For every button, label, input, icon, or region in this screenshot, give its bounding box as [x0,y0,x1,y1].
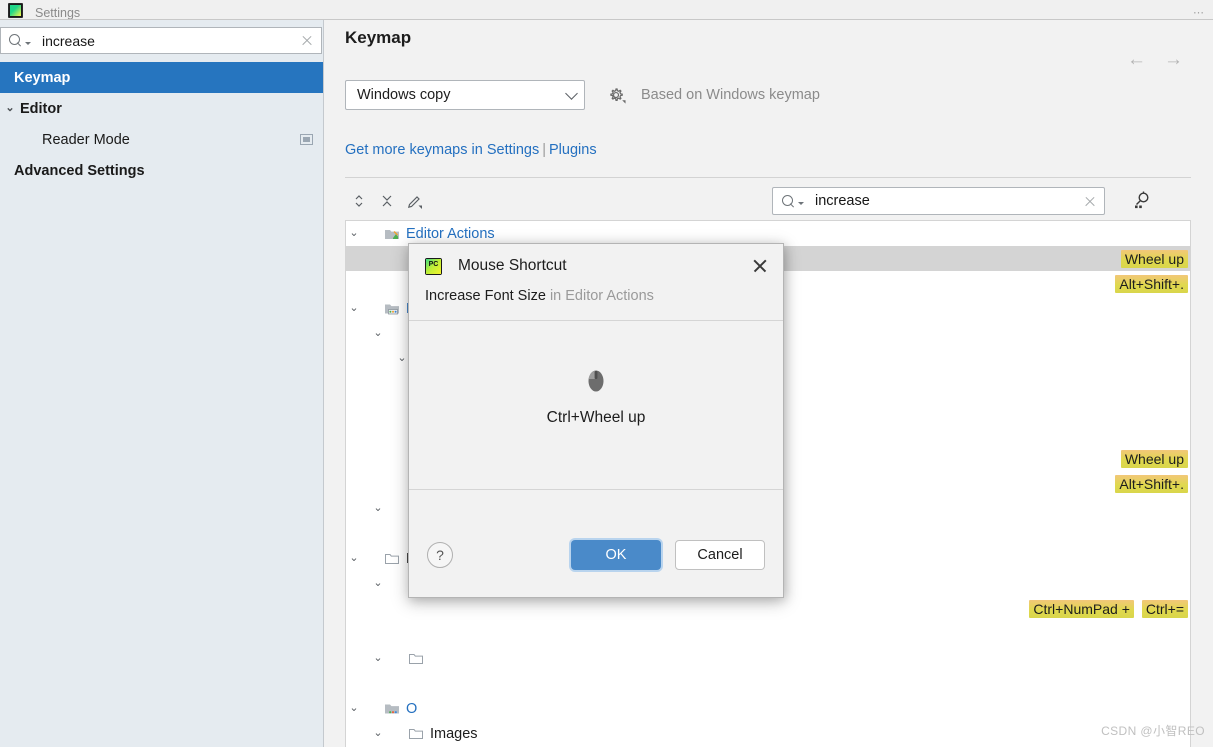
dialog-shortcut-text: Ctrl+Wheel up [546,409,646,426]
dialog-body[interactable]: Ctrl+Wheel up [409,320,783,490]
folder-icon [385,553,399,564]
chevron-down-icon[interactable]: ⌄ [0,103,20,114]
ok-button[interactable]: OK [571,540,661,570]
chevron-down-icon [565,86,578,100]
sidebar-item-label: Reader Mode [42,131,130,148]
tree-row-shortcuts: Alt+Shift+. [1115,271,1188,296]
dialog-titlebar: PC Mouse Shortcut [409,244,783,288]
pycharm-icon [8,3,23,18]
chevron-down-icon[interactable]: ⌄ [370,328,386,339]
divider [345,177,1191,178]
dialog-subtitle: Increase Font Size in Editor Actions [409,288,783,320]
chevron-down-icon[interactable]: ⌄ [346,703,362,714]
link-separator: | [542,142,547,158]
other-folder-icon [385,704,399,713]
shortcut-badge: Alt+Shift+. [1115,474,1188,493]
search-dropdown-caret-icon[interactable] [798,202,804,205]
expand-collapse-icon[interactable] [345,188,373,214]
sidebar-list: Keymap ⌄ Editor Reader Mode Advanced Set… [0,62,323,747]
keymap-selector-row: Windows copy Based on Windows keymap [345,80,820,110]
chevron-down-icon[interactable]: ⌄ [370,578,386,589]
plugins-link[interactable]: Plugins [549,142,597,158]
main-menu-folder-icon [385,304,399,314]
window-title: Settings [35,6,81,20]
keymap-search[interactable] [772,187,1105,215]
tree-row-shortcuts: Ctrl+NumPad + Ctrl+= [1029,596,1188,621]
tree-row-label: O [406,700,418,717]
shortcut-badge: Alt+Shift+. [1115,274,1188,293]
keymap-search-clear-icon[interactable] [1082,193,1098,209]
arrow-right-icon[interactable]: → [1164,50,1183,69]
collapse-all-icon[interactable] [373,188,401,214]
tree-row-label: Editor Actions [406,225,495,242]
tree-row[interactable] [346,621,1190,646]
gear-icon[interactable] [607,86,626,105]
shortcut-badge: Wheel up [1120,449,1188,468]
dialog-footer: ? OK Cancel [409,513,783,597]
chevron-down-icon[interactable]: ⌄ [346,303,362,314]
sidebar-item-reader-mode[interactable]: Reader Mode [0,124,323,155]
get-more-keymaps-link[interactable]: Get more keymaps in Settings [345,142,539,158]
watermark: CSDN @小智REO [1101,724,1205,738]
pycharm-icon-text: PC [428,261,439,268]
pycharm-icon: PC [425,257,442,275]
based-on-label: Based on Windows keymap [641,87,820,103]
search-icon [782,194,795,208]
shortcut-badge: Wheel up [1120,249,1188,268]
editor-actions-folder-icon [385,229,399,239]
arrow-left-icon[interactable]: ← [1127,50,1146,69]
mouse-wheel-icon [588,370,604,392]
cancel-button[interactable]: Cancel [675,540,765,570]
keymap-links: Get more keymaps in Settings | Plugins [345,142,597,158]
shortcut-badge: Ctrl+NumPad + [1029,599,1134,618]
sidebar-item-keymap[interactable]: Keymap [0,62,323,93]
chevron-down-icon[interactable]: ⌄ [370,728,386,739]
sidebar-item-editor[interactable]: ⌄ Editor [0,93,323,124]
find-by-shortcut-icon[interactable] [1131,188,1155,215]
tree-row[interactable]: ⌄ Images [346,721,1190,746]
panel-icon [300,134,313,145]
page-title: Keymap [345,28,412,47]
tree-row[interactable] [346,671,1190,696]
navigation-arrows: ← → [1127,50,1183,69]
settings-sidebar: Keymap ⌄ Editor Reader Mode Advanced Set… [0,20,324,747]
search-icon [9,34,22,47]
dialog-action-name: Increase Font Size [425,288,546,304]
chevron-down-icon[interactable]: ⌄ [346,228,362,239]
tree-row-shortcuts: Wheel up [1120,446,1188,471]
tree-row-shortcuts: Wheel up [1120,246,1188,271]
mouse-shortcut-dialog: PC Mouse Shortcut Increase Font Size in … [408,243,784,598]
chevron-down-icon[interactable]: ⌄ [370,653,386,664]
keymap-toolbar [345,185,1191,217]
window-controls[interactable]: ⋯ [1193,6,1207,19]
chevron-down-icon[interactable]: ⌄ [370,503,386,514]
sidebar-search-input[interactable] [40,31,299,50]
tree-row-label: Images [430,725,478,742]
tree-row[interactable]: ⌄ O [346,696,1190,721]
close-icon[interactable] [749,255,771,277]
keymap-dropdown[interactable]: Windows copy [345,80,585,110]
keymap-dropdown-value: Windows copy [357,87,451,103]
sidebar-search[interactable] [0,27,322,54]
sidebar-item-advanced-settings[interactable]: Advanced Settings [0,155,323,186]
help-button[interactable]: ? [427,542,453,568]
edit-pencil-icon[interactable] [401,188,429,214]
sidebar-item-label: Keymap [14,69,71,86]
shortcut-badge: Ctrl+= [1141,599,1188,618]
chevron-down-icon[interactable]: ⌄ [346,553,362,564]
search-dropdown-caret-icon[interactable] [25,41,31,45]
folder-icon [409,653,423,664]
tree-row[interactable]: ⌄ [346,646,1190,671]
sidebar-item-label: Editor [20,100,62,117]
window-titlebar: Settings ⋯ [0,0,1213,20]
dialog-action-context: in Editor Actions [549,288,654,304]
sidebar-search-clear-icon[interactable] [299,33,315,49]
keymap-search-input[interactable] [813,192,1082,210]
folder-icon [409,728,423,739]
tree-row-shortcuts: Alt+Shift+. [1115,471,1188,496]
sidebar-item-label: Advanced Settings [14,162,145,179]
dialog-title: Mouse Shortcut [458,257,567,274]
